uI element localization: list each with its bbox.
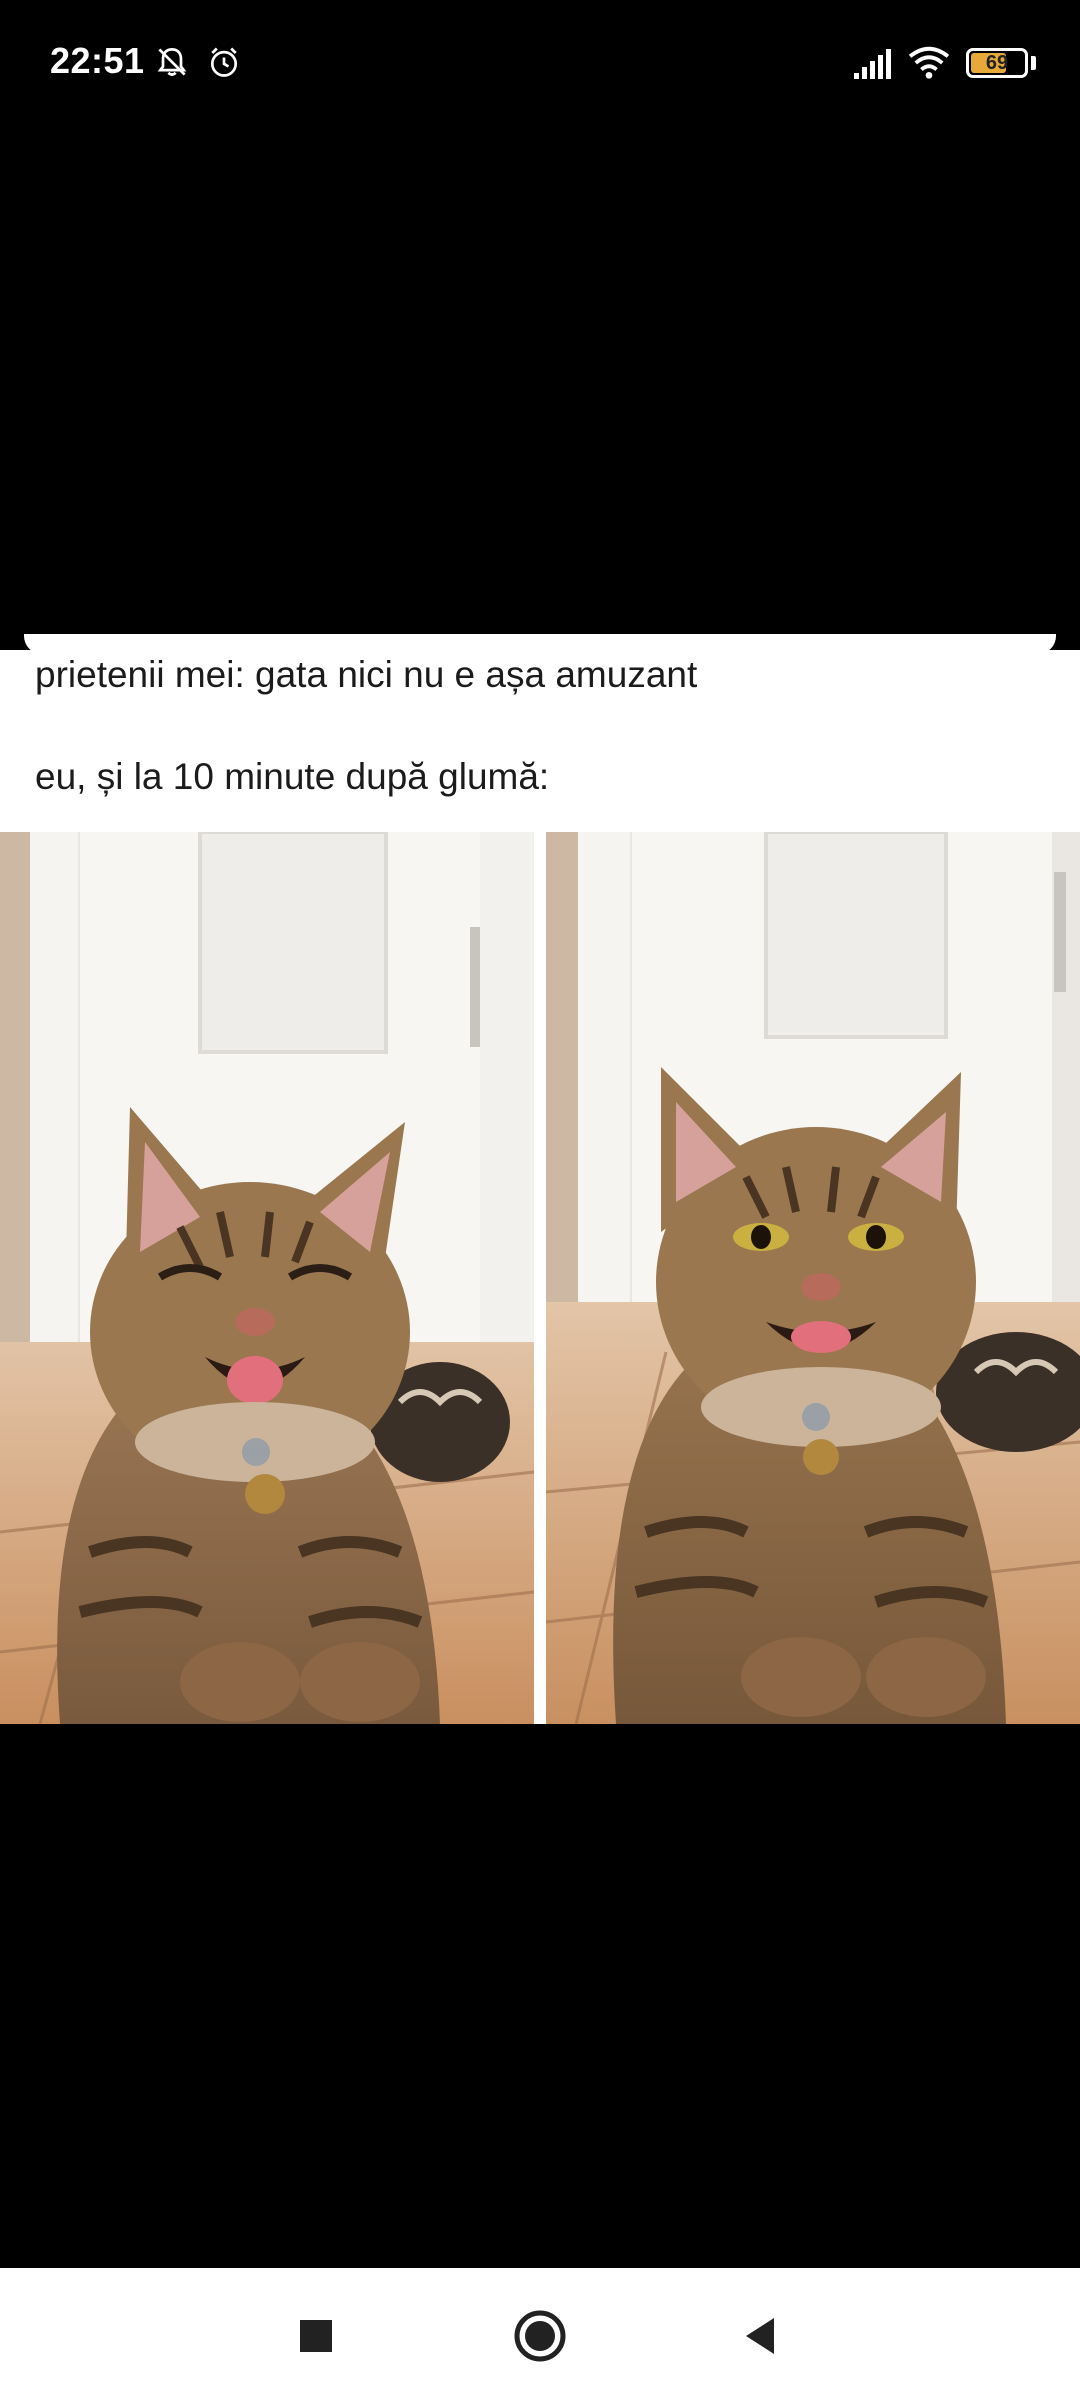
photo-divider <box>534 832 546 1724</box>
wifi-icon <box>908 46 950 79</box>
back-button[interactable] <box>728 2304 792 2368</box>
status-time: 22:51 <box>50 40 145 81</box>
triangle-back-icon <box>746 2318 774 2354</box>
cat-photo-right <box>546 832 1080 1724</box>
screen: 22:51 69 prietenii mei: gata nici nu e a… <box>0 0 1080 2400</box>
alarm-icon <box>210 47 238 77</box>
circle-icon <box>514 2310 566 2362</box>
battery-tip <box>1031 56 1036 70</box>
meme-caption-line-2: eu, și la 10 minute după glumă: <box>35 756 550 797</box>
meme-image[interactable]: prietenii mei: gata nici nu e așa amuzan… <box>0 650 1080 1724</box>
navigation-bar <box>0 2268 1080 2400</box>
recents-button[interactable] <box>284 2304 348 2368</box>
cat-photo-left <box>0 832 534 1724</box>
signal-icon <box>854 49 891 79</box>
notifications-off-icon <box>157 48 187 76</box>
square-icon <box>300 2320 332 2352</box>
battery-percentage: 69 <box>985 52 1009 74</box>
home-button[interactable] <box>508 2304 572 2368</box>
meme-caption-line-1: prietenii mei: gata nici nu e așa amuzan… <box>35 654 698 695</box>
battery-icon: 69 <box>966 48 1028 78</box>
status-bar: 22:51 69 <box>0 0 1080 128</box>
